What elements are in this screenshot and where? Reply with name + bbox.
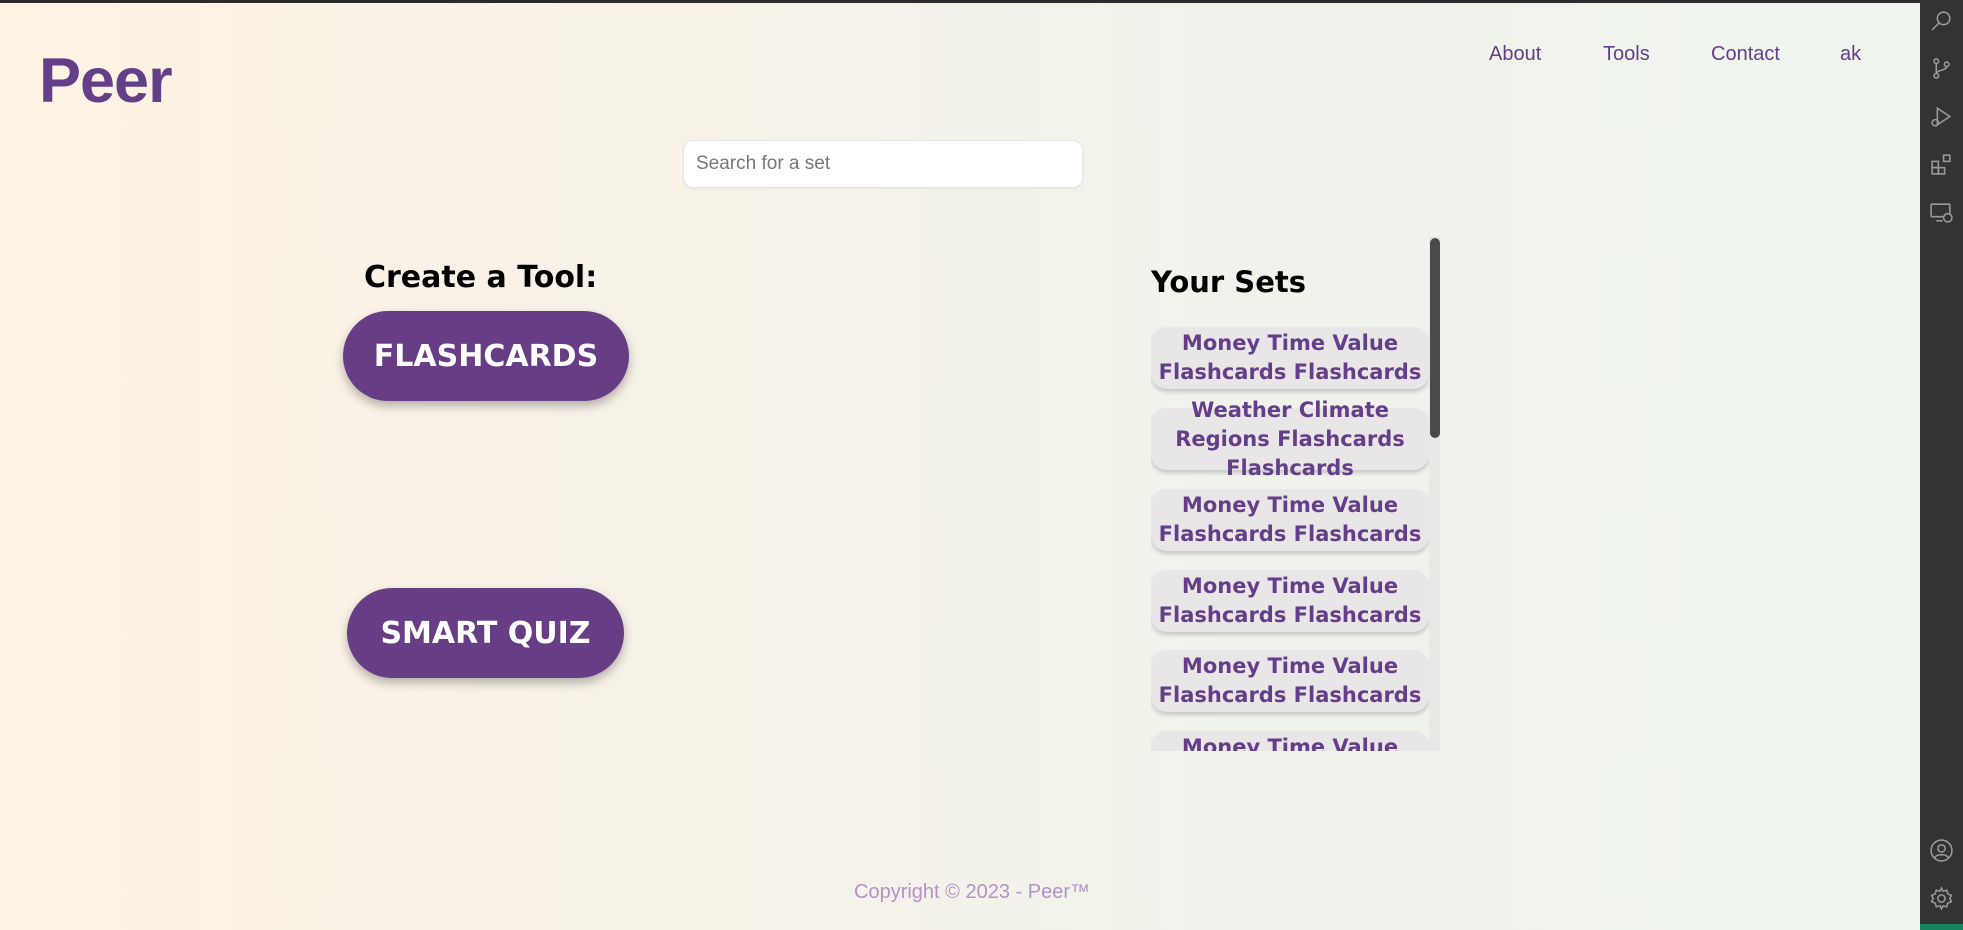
set-item[interactable]: Money Time Value Flashcards Flashcards: [1151, 650, 1429, 712]
settings-gear-icon[interactable]: [1929, 886, 1954, 911]
your-sets-title: Your Sets: [1151, 265, 1306, 299]
nav-about-link[interactable]: About: [1489, 43, 1541, 66]
create-tool-title: Create a Tool:: [364, 260, 598, 295]
nav-contact-link[interactable]: Contact: [1711, 43, 1780, 66]
editor-activity-bar: [1920, 0, 1963, 930]
top-nav: About Tools Contact ak: [0, 43, 1920, 73]
nav-tools-link[interactable]: Tools: [1603, 43, 1650, 66]
footer-copyright: Copyright © 2023 - Peer™: [854, 881, 1090, 903]
nav-user-link[interactable]: ak: [1840, 43, 1861, 66]
remote-explorer-icon[interactable]: [1929, 200, 1954, 225]
search-icon[interactable]: [1929, 8, 1954, 33]
set-item[interactable]: Money Time Value Flashcards Flashcards: [1151, 731, 1429, 751]
account-icon[interactable]: [1929, 838, 1954, 863]
set-item[interactable]: Weather Climate Regions Flashcards Flash…: [1151, 398, 1429, 480]
run-debug-icon[interactable]: [1929, 104, 1954, 129]
smart-quiz-button[interactable]: SMART QUIZ: [347, 588, 624, 678]
sets-scrollbar-thumb[interactable]: [1430, 238, 1440, 438]
search-input[interactable]: [683, 140, 1083, 188]
status-bar-strip: [1920, 924, 1963, 930]
set-item[interactable]: Money Time Value Flashcards Flashcards: [1151, 327, 1429, 389]
source-control-icon[interactable]: [1929, 56, 1954, 81]
set-item[interactable]: Money Time Value Flashcards Flashcards: [1151, 570, 1429, 632]
your-sets-panel[interactable]: Money Time Value Flashcards Flashcards W…: [1151, 236, 1440, 751]
web-page: Peer About Tools Contact ak Create a Too…: [0, 3, 1920, 930]
set-item[interactable]: Money Time Value Flashcards Flashcards: [1151, 489, 1429, 551]
extensions-icon[interactable]: [1929, 152, 1954, 177]
flashcards-button[interactable]: FLASHCARDS: [343, 311, 629, 401]
